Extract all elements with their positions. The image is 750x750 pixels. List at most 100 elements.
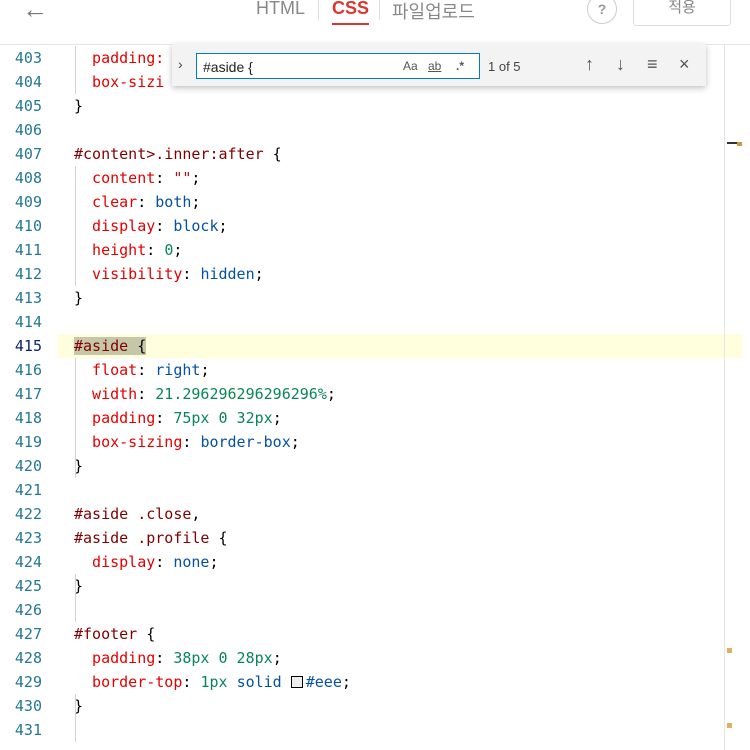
code-line[interactable]: } — [58, 694, 724, 718]
code-token: ; — [326, 385, 336, 403]
line-number: 431 — [14, 721, 42, 739]
code-token: : — [155, 553, 174, 571]
code-line[interactable]: display: block; — [58, 214, 724, 238]
whole-word-icon[interactable]: ab — [428, 59, 441, 73]
code-token: : — [146, 241, 165, 259]
line-number: 418 — [14, 409, 42, 427]
code-token: padding — [74, 649, 156, 667]
next-match-icon[interactable]: ↓ — [616, 54, 625, 75]
code-line[interactable]: #aside .close, — [58, 502, 724, 526]
code-token: 1px — [200, 673, 228, 691]
back-arrow-icon[interactable]: ← — [22, 0, 48, 25]
find-in-selection-icon[interactable]: ≡ — [647, 54, 658, 75]
code-token: #aside .profile — [74, 529, 210, 547]
previous-match-icon[interactable]: ↑ — [585, 54, 594, 75]
tab-divider — [379, 0, 380, 20]
code-token: display — [74, 553, 156, 571]
code-line[interactable]: padding: 38px 0 28px; — [58, 646, 724, 670]
code-line[interactable] — [58, 598, 724, 622]
code-token: ; — [191, 169, 201, 187]
find-match-marker — [737, 142, 742, 146]
code-line[interactable]: height: 0; — [58, 238, 724, 262]
code-line[interactable] — [58, 478, 724, 502]
indent-guide — [75, 166, 76, 286]
line-number: 416 — [14, 361, 42, 379]
regex-icon[interactable]: .* — [456, 59, 464, 73]
code-token: width — [74, 385, 138, 403]
line-number: 419 — [14, 433, 42, 451]
code-line[interactable] — [58, 718, 724, 742]
match-count: 1 of 5 — [488, 59, 521, 74]
find-widget: › Aa ab .* 1 of 5 ↑ ↓ ≡ × — [172, 44, 706, 86]
code-line[interactable]: #content>.inner:after { — [58, 142, 724, 166]
code-token: none — [173, 553, 210, 571]
line-number: 407 — [14, 145, 42, 163]
line-number: 410 — [14, 217, 42, 235]
code-token: box-sizi — [74, 73, 165, 91]
code-line[interactable]: #aside .profile { — [58, 526, 724, 550]
code-line[interactable]: content: ""; — [58, 166, 724, 190]
toggle-replace-chevron-icon[interactable]: › — [178, 56, 183, 72]
code-line[interactable]: } — [58, 94, 724, 118]
code-token: ; — [200, 361, 210, 379]
find-match-marker — [727, 723, 732, 728]
code-line[interactable]: } — [58, 454, 724, 478]
code-token: box-sizing — [74, 433, 183, 451]
code-line[interactable]: border-top: 1px solid #eee; — [58, 670, 724, 694]
code-line[interactable]: box-sizing: border-box; — [58, 430, 724, 454]
apply-button[interactable]: 적용 — [633, 0, 731, 26]
code-token: #aside .close — [74, 505, 192, 523]
code-token: ; — [254, 265, 264, 283]
code-token: ; — [218, 217, 228, 235]
tab-divider — [318, 0, 319, 20]
code-token: right — [155, 361, 201, 379]
line-number: 405 — [14, 97, 42, 115]
line-number: 417 — [14, 385, 42, 403]
code-token: { — [137, 625, 156, 643]
code-token: ; — [272, 649, 282, 667]
code-token: { — [128, 337, 147, 355]
line-number: 411 — [14, 241, 42, 259]
line-number: 406 — [14, 121, 42, 139]
indent-guide — [75, 694, 76, 742]
code-line[interactable]: #aside { — [58, 334, 724, 358]
close-find-icon[interactable]: × — [679, 54, 690, 75]
indent-guide — [75, 46, 76, 94]
code-token: } — [74, 97, 84, 115]
code-line[interactable]: } — [58, 286, 724, 310]
tab-html[interactable]: HTML — [256, 0, 305, 19]
code-token: 38px 0 28px — [173, 649, 273, 667]
code-lines[interactable]: padding: box-sizi} #content>.inner:after … — [58, 45, 724, 750]
vertical-scrollbar[interactable] — [724, 45, 725, 750]
code-line[interactable]: clear: both; — [58, 190, 724, 214]
help-button[interactable]: ? — [587, 0, 617, 24]
code-token: : — [182, 433, 201, 451]
line-number: 428 — [14, 649, 42, 667]
code-token: { — [263, 145, 282, 163]
code-token: : — [182, 265, 201, 283]
line-number: 425 — [14, 577, 42, 595]
code-token: block — [173, 217, 219, 235]
code-line[interactable]: padding: 75px 0 32px; — [58, 406, 724, 430]
editor-toolbar: ← HTML CSS 파일업로드 ? 적용 — [0, 0, 750, 45]
code-line[interactable]: #footer { — [58, 622, 724, 646]
tab-file-upload[interactable]: 파일업로드 — [392, 0, 475, 24]
code-token: #eee — [305, 673, 342, 691]
code-line[interactable]: display: none; — [58, 550, 724, 574]
line-number: 404 — [14, 73, 42, 91]
code-line[interactable] — [58, 118, 724, 142]
line-number: 430 — [14, 697, 42, 715]
code-token: : — [137, 193, 156, 211]
code-token: display — [74, 217, 156, 235]
tab-css[interactable]: CSS — [332, 0, 370, 25]
code-line[interactable]: } — [58, 574, 724, 598]
match-case-icon[interactable]: Aa — [403, 59, 418, 73]
code-line[interactable] — [58, 310, 724, 334]
code-line[interactable]: width: 21.296296296296296%; — [58, 382, 724, 406]
code-token: #aside — [74, 337, 129, 355]
code-token: #footer — [74, 625, 138, 643]
code-editor[interactable]: 403 404 405 406 407 408 409 410 411 412 413 414 415 4… — [0, 45, 750, 750]
code-line[interactable]: visibility: hidden; — [58, 262, 724, 286]
code-line[interactable]: float: right; — [58, 358, 724, 382]
